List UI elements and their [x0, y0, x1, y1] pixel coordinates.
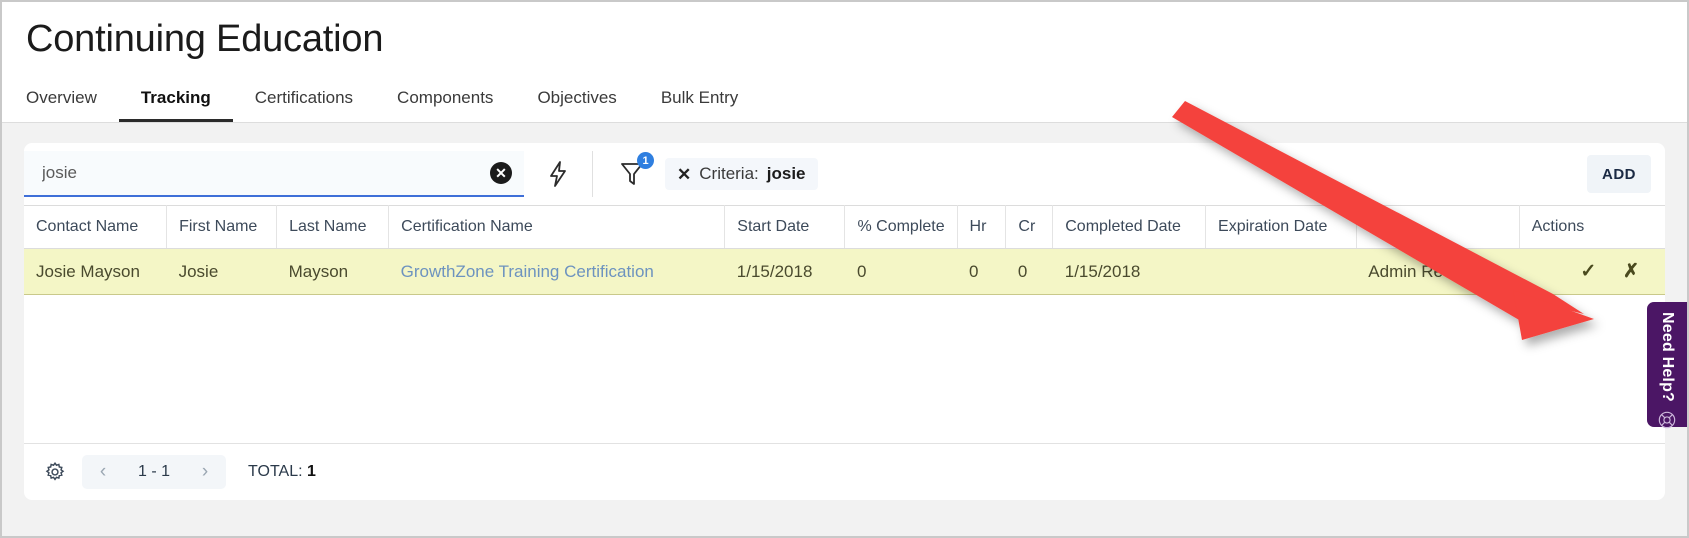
criteria-value: josie [767, 164, 806, 184]
add-button[interactable]: ADD [1587, 155, 1651, 193]
search-field-wrapper: ✕ [24, 151, 524, 197]
app-window: Continuing Education Overview Tracking C… [0, 0, 1689, 538]
column-header-certification-name[interactable]: Certification Name [389, 206, 725, 249]
criteria-chip[interactable]: ✕ Criteria: josie [665, 158, 818, 190]
gear-icon[interactable] [42, 459, 68, 485]
page-title: Continuing Education [26, 20, 383, 58]
criteria-remove-icon[interactable]: ✕ [677, 166, 691, 183]
table-row[interactable]: Josie Mayson Josie Mayson GrowthZone Tra… [24, 249, 1665, 295]
total-value: 1 [307, 463, 316, 480]
results-grid: Contact Name First Name Last Name Certif… [24, 205, 1665, 500]
life-ring-icon [1657, 410, 1677, 435]
total-label-text: TOTAL: [248, 463, 303, 480]
tab-objectives[interactable]: Objectives [515, 76, 638, 122]
column-header-contact-name[interactable]: Contact Name [24, 206, 167, 249]
tab-bulk-entry[interactable]: Bulk Entry [639, 76, 760, 122]
column-header-cr[interactable]: Cr [1006, 206, 1053, 249]
column-header-hr[interactable]: Hr [957, 206, 1006, 249]
total-count: TOTAL: 1 [248, 463, 316, 481]
need-help-tab[interactable]: Need Help? [1647, 302, 1687, 427]
column-header-status[interactable]: Status [1356, 206, 1519, 249]
tab-tracking[interactable]: Tracking [119, 76, 233, 122]
chevron-left-icon[interactable]: ‹ [88, 457, 118, 487]
funnel-icon[interactable]: 1 [615, 157, 649, 191]
cell-percent-complete: 0 [845, 249, 957, 295]
lightning-bolt-icon[interactable] [524, 151, 593, 197]
cell-start-date: 1/15/2018 [725, 249, 845, 295]
approve-check-icon[interactable]: ✓ [1580, 260, 1596, 283]
cell-last-name: Mayson [277, 249, 389, 295]
cell-contact-name: Josie Mayson [24, 249, 167, 295]
tab-bar: Overview Tracking Certifications Compone… [2, 76, 1687, 123]
column-header-start-date[interactable]: Start Date [725, 206, 845, 249]
cell-expiration-date [1206, 249, 1357, 295]
cell-certification-name: GrowthZone Training Certification [389, 249, 725, 295]
certification-link[interactable]: GrowthZone Training Certification [401, 262, 654, 281]
column-header-actions: Actions [1519, 206, 1665, 249]
pagination-control: ‹ 1 - 1 › [82, 455, 226, 489]
column-header-completed-date[interactable]: Completed Date [1053, 206, 1206, 249]
search-toolbar: ✕ 1 ✕ Criteria: josie [24, 143, 1665, 205]
filter-count-badge: 1 [637, 152, 654, 169]
tab-overview[interactable]: Overview [26, 76, 119, 122]
search-input[interactable] [42, 151, 490, 195]
criteria-label: Criteria: [699, 164, 759, 184]
chevron-right-icon[interactable]: › [190, 457, 220, 487]
clear-search-icon[interactable]: ✕ [490, 162, 512, 184]
cell-first-name: Josie [167, 249, 277, 295]
cell-cr: 0 [1006, 249, 1053, 295]
column-header-last-name[interactable]: Last Name [277, 206, 389, 249]
table-header-row: Contact Name First Name Last Name Certif… [24, 206, 1665, 249]
cell-status: Admin Review [1356, 249, 1519, 295]
column-header-first-name[interactable]: First Name [167, 206, 277, 249]
reject-x-icon[interactable]: ✗ [1623, 260, 1639, 283]
column-header-expiration-date[interactable]: Expiration Date [1206, 206, 1357, 249]
column-header-percent-complete[interactable]: % Complete [845, 206, 957, 249]
cell-actions: ✓ ✗ [1519, 249, 1665, 295]
need-help-label: Need Help? [1658, 312, 1676, 402]
cell-completed-date: 1/15/2018 [1053, 249, 1206, 295]
cell-hr: 0 [957, 249, 1006, 295]
tab-components[interactable]: Components [375, 76, 515, 122]
tracking-table: Contact Name First Name Last Name Certif… [24, 205, 1665, 295]
content-area: ✕ 1 ✕ Criteria: josie [2, 123, 1687, 536]
filter-group: 1 ✕ Criteria: josie [593, 151, 818, 197]
grid-footer: ‹ 1 - 1 › TOTAL: 1 [24, 443, 1665, 500]
page-range-label: 1 - 1 [122, 463, 186, 481]
tab-certifications[interactable]: Certifications [233, 76, 375, 122]
title-bar: Continuing Education [2, 2, 1687, 76]
